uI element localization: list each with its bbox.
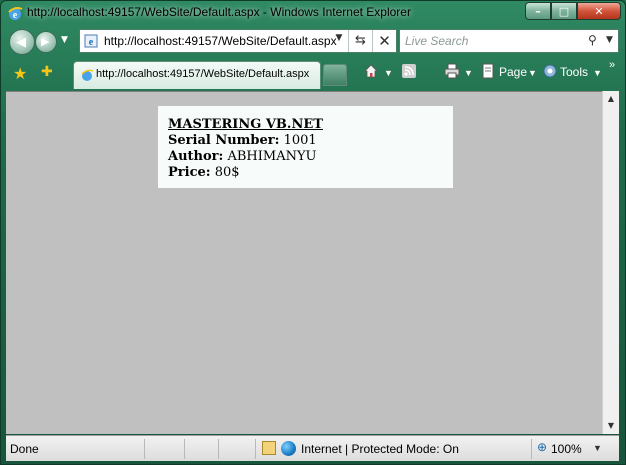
address-bar[interactable]: e http://localhost:49157/WebSite/Default… xyxy=(79,29,397,53)
author-label: Author: xyxy=(168,149,224,164)
tab-bar: ★ ✚ http://localhost:49157/WebSite/Defau… xyxy=(1,59,625,89)
page-menu-icon xyxy=(482,63,494,79)
globe-icon xyxy=(281,441,296,456)
author-value: ABHIMANYU xyxy=(227,149,317,164)
window-title: http://localhost:49157/WebSite/Default.a… xyxy=(27,5,411,19)
status-divider xyxy=(218,439,219,459)
book-title: MASTERING VB.NET xyxy=(168,117,323,132)
add-favorites-icon[interactable]: ✚ xyxy=(41,64,53,80)
page-content: MASTERING VB.NET Serial Number: 1001 Aut… xyxy=(6,91,602,434)
security-zone[interactable]: Internet | Protected Mode: On xyxy=(301,442,459,456)
vertical-scrollbar[interactable]: ▲ ▼ xyxy=(602,91,619,434)
serial-row: Serial Number: 1001 xyxy=(168,133,443,149)
zoom-icon: ⊕ xyxy=(537,440,548,454)
tools-menu-button[interactable]: Tools xyxy=(560,65,588,79)
refresh-icon[interactable]: ⇆ xyxy=(348,30,372,52)
title-bar: e http://localhost:49157/WebSite/Default… xyxy=(1,1,625,25)
price-row: Price: 80$ xyxy=(168,165,443,181)
new-tab-button[interactable] xyxy=(323,64,347,86)
feeds-icon[interactable] xyxy=(401,63,417,79)
status-divider xyxy=(255,439,256,459)
browser-window: e http://localhost:49157/WebSite/Default… xyxy=(0,0,626,465)
status-divider xyxy=(531,439,532,459)
serial-label: Serial Number: xyxy=(168,133,280,148)
status-divider xyxy=(144,439,145,459)
forward-arrow-icon: ▶ xyxy=(41,35,50,48)
author-row: Author: ABHIMANYU xyxy=(168,149,443,165)
address-text[interactable]: http://localhost:49157/WebSite/Default.a… xyxy=(104,34,337,48)
popup-blocker-icon[interactable] xyxy=(262,441,276,455)
book-details-card: MASTERING VB.NET Serial Number: 1001 Aut… xyxy=(158,106,453,188)
status-text: Done xyxy=(10,442,39,456)
address-dropdown-icon[interactable]: ▼ xyxy=(332,33,346,49)
serial-value: 1001 xyxy=(283,133,317,148)
navigation-bar: ◀ ▶ ▼ e http://localhost:49157/WebSite/D… xyxy=(1,27,625,57)
search-box[interactable]: Live Search ⚲ ▼ xyxy=(399,29,619,53)
maximize-button[interactable]: □ xyxy=(551,2,577,20)
favorites-star-icon[interactable]: ★ xyxy=(13,64,27,83)
status-divider xyxy=(184,439,185,459)
recent-pages-dropdown-icon[interactable]: ▼ xyxy=(61,35,71,47)
page-dropdown-icon[interactable]: ▼ xyxy=(528,68,537,78)
tab-current[interactable]: http://localhost:49157/WebSite/Default.a… xyxy=(73,61,321,89)
tab-label: http://localhost:49157/WebSite/Default.a… xyxy=(96,68,310,80)
zoom-level[interactable]: 100% xyxy=(551,442,582,456)
stop-icon[interactable]: ✕ xyxy=(372,30,396,52)
minimize-button[interactable]: – xyxy=(525,2,551,20)
scroll-up-icon[interactable]: ▲ xyxy=(603,91,619,107)
price-value: 80$ xyxy=(214,165,240,180)
print-dropdown-icon[interactable]: ▼ xyxy=(464,68,473,78)
back-button[interactable]: ◀ xyxy=(9,29,35,55)
home-dropdown-icon[interactable]: ▼ xyxy=(384,68,393,78)
print-icon[interactable] xyxy=(444,63,460,79)
search-icon[interactable]: ⚲ xyxy=(588,33,597,47)
scroll-down-icon[interactable]: ▼ xyxy=(603,418,619,434)
back-arrow-icon: ◀ xyxy=(16,35,26,50)
gear-icon xyxy=(543,64,557,78)
forward-button[interactable]: ▶ xyxy=(35,31,57,53)
svg-text:e: e xyxy=(13,10,18,21)
status-bar: Done Internet | Protected Mode: On ⊕ 100… xyxy=(6,435,619,461)
tab-page-icon xyxy=(81,69,94,81)
window-controls: – □ ✕ xyxy=(525,2,621,20)
svg-text:e: e xyxy=(89,37,94,48)
price-label: Price: xyxy=(168,165,211,180)
zoom-dropdown-icon[interactable]: ▼ xyxy=(593,443,602,453)
search-dropdown-icon[interactable]: ▼ xyxy=(606,35,613,45)
page-icon: e xyxy=(84,34,98,48)
close-button[interactable]: ✕ xyxy=(577,2,621,20)
ie-logo-icon: e xyxy=(8,7,23,21)
tools-dropdown-icon[interactable]: ▼ xyxy=(593,68,602,78)
page-menu-button[interactable]: Page xyxy=(499,65,527,79)
search-input[interactable]: Live Search xyxy=(405,34,468,48)
home-icon[interactable] xyxy=(363,63,379,79)
toolbar-overflow-icon[interactable]: » xyxy=(609,59,615,71)
